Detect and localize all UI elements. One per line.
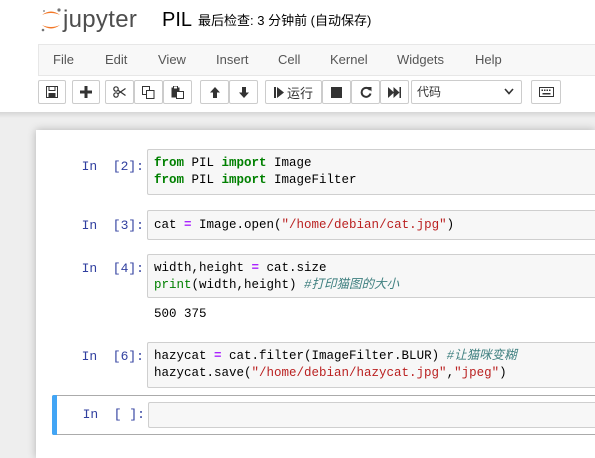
cell-prompt: In [ ]: — [82, 407, 145, 422]
code-text: Image.open( — [191, 218, 282, 232]
menu-edit[interactable]: Edit — [105, 45, 127, 75]
code-line: from PIL import Image — [148, 155, 595, 172]
code-text: ) — [499, 366, 507, 380]
paste-button[interactable] — [163, 80, 192, 104]
code-operator: = — [214, 349, 222, 363]
restart-run-all-button[interactable] — [380, 80, 409, 104]
code-text: cat.filter(ImageFilter.BLUR) — [221, 349, 447, 363]
fast-forward-icon — [388, 86, 401, 98]
cell-prompt: In [2]: — [81, 159, 144, 174]
code-line: cat = Image.open("/home/debian/cat.jpg") — [148, 217, 595, 234]
menu-insert[interactable]: Insert — [216, 45, 249, 75]
code-cell[interactable]: In [3]: cat = Image.open("/home/debian/c… — [36, 210, 595, 240]
code-text: PIL — [184, 173, 222, 187]
code-comment: #打印猫图的大小 — [304, 278, 400, 292]
code-cell[interactable]: In [6]: hazycat = cat.filter(ImageFilter… — [36, 342, 595, 388]
code-text: hazycat.save( — [154, 366, 252, 380]
code-text: , — [446, 366, 455, 380]
code-text: width,height — [154, 261, 252, 275]
code-line: print(width,height) #打印猫图的大小 — [148, 277, 595, 294]
code-text: cat — [154, 218, 185, 232]
code-string: "/home/debian/cat.jpg" — [281, 218, 447, 232]
insert-cell-button[interactable] — [72, 80, 100, 104]
menu-cell[interactable]: Cell — [278, 45, 300, 75]
code-text: cat.size — [259, 261, 327, 275]
code-cell[interactable]: In [4]: width,height = cat.size print(wi… — [36, 254, 595, 326]
restart-kernel-button[interactable] — [351, 80, 380, 104]
code-line: from PIL import ImageFilter — [148, 172, 595, 189]
plus-icon — [80, 86, 92, 98]
save-icon — [46, 86, 58, 98]
menu-file[interactable]: File — [53, 45, 74, 75]
header-shadow — [0, 112, 595, 118]
notebook-header: jupyter PIL 最后检查: 3 分钟前 (自动保存) File Edit… — [0, 0, 595, 112]
code-builtin: print — [154, 278, 192, 292]
chevron-down-icon — [504, 88, 514, 95]
code-keyword: from — [154, 156, 185, 170]
restart-icon — [360, 86, 371, 98]
move-down-button[interactable] — [229, 80, 258, 104]
code-text: PIL — [184, 156, 222, 170]
run-button[interactable]: 运行 — [265, 80, 322, 104]
interrupt-kernel-button[interactable] — [322, 80, 351, 104]
jupyter-logo[interactable]: jupyter — [40, 7, 137, 33]
code-string: "jpeg" — [454, 366, 500, 380]
code-input[interactable]: from PIL import Image from PIL import Im… — [147, 149, 595, 195]
code-text: ) — [446, 218, 455, 232]
menu-kernel[interactable]: Kernel — [330, 45, 368, 75]
arrow-down-icon — [238, 86, 249, 98]
cell-type-value: 代码 — [417, 85, 442, 99]
code-input-empty[interactable] — [148, 402, 595, 428]
stop-icon — [331, 86, 342, 98]
run-button-label: 运行 — [286, 85, 313, 101]
save-button[interactable] — [38, 80, 66, 104]
command-palette-button[interactable] — [531, 80, 561, 104]
step-forward-icon — [273, 86, 284, 98]
arrow-up-icon — [209, 86, 220, 98]
code-input[interactable]: width,height = cat.size print(width,heig… — [147, 254, 595, 298]
move-up-button[interactable] — [200, 80, 229, 104]
code-keyword: import — [221, 156, 267, 170]
code-text: Image — [266, 156, 312, 170]
menubar: File Edit View Insert Cell Kernel Widget… — [38, 44, 595, 76]
code-input[interactable]: cat = Image.open("/home/debian/cat.jpg") — [147, 210, 595, 240]
cell-output: 500 375 — [154, 307, 207, 321]
code-text: (width,height) — [191, 278, 305, 292]
jupyter-logo-text: jupyter — [63, 6, 138, 33]
copy-button[interactable] — [134, 80, 163, 104]
cell-prompt: In [3]: — [81, 218, 144, 233]
copy-icon — [142, 85, 155, 99]
code-comment: #让猫咪变糊 — [446, 349, 517, 363]
keyboard-icon — [538, 87, 554, 97]
code-line: width,height = cat.size — [148, 260, 595, 277]
menu-widgets[interactable]: Widgets — [397, 45, 444, 75]
code-text: ImageFilter — [266, 173, 357, 187]
code-string: "/home/debian/hazycat.jpg" — [251, 366, 447, 380]
code-input[interactable]: hazycat = cat.filter(ImageFilter.BLUR) #… — [147, 342, 595, 388]
toolbar: 运行 代码 — [0, 80, 595, 108]
cell-prompt: In [6]: — [81, 349, 144, 364]
code-cell[interactable]: In [2]: from PIL import Image from PIL i… — [36, 149, 595, 195]
paste-icon — [171, 85, 184, 99]
code-operator: = — [184, 218, 192, 232]
code-text: hazycat — [154, 349, 215, 363]
notebook-container: In [2]: from PIL import Image from PIL i… — [36, 130, 595, 458]
code-keyword: import — [221, 173, 267, 187]
cell-prompt: In [4]: — [81, 261, 144, 276]
code-keyword: from — [154, 173, 185, 187]
checkpoint-status: 最后检查: 3 分钟前 (自动保存) — [198, 13, 372, 28]
scissors-icon — [113, 86, 126, 98]
menu-view[interactable]: View — [158, 45, 186, 75]
code-operator: = — [251, 261, 260, 275]
notebook-name[interactable]: PIL — [162, 9, 192, 31]
code-line: hazycat.save("/home/debian/hazycat.jpg",… — [148, 365, 595, 382]
jupyter-logo-icon — [40, 7, 62, 33]
cell-type-select[interactable]: 代码 — [411, 80, 522, 104]
code-line: hazycat = cat.filter(ImageFilter.BLUR) #… — [148, 348, 595, 365]
cut-button[interactable] — [105, 80, 134, 104]
selected-code-cell[interactable]: In [ ]: — [52, 395, 595, 435]
menu-help[interactable]: Help — [475, 45, 502, 75]
